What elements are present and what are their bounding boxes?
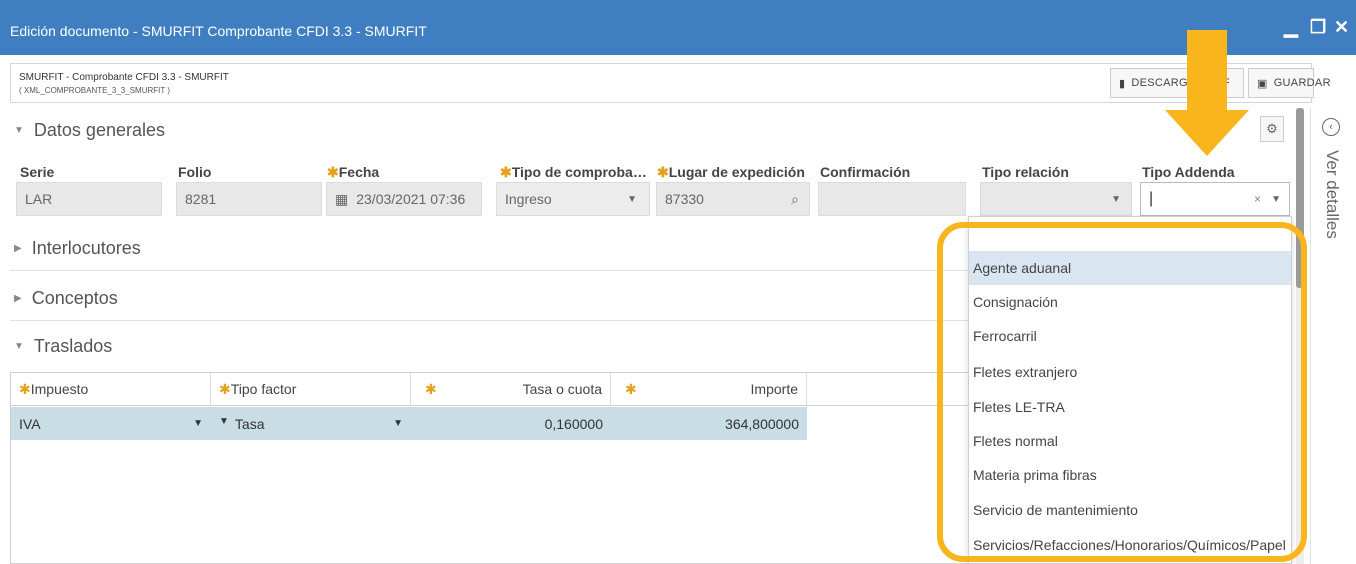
annotation-arrow-icon — [1165, 30, 1249, 156]
section-title: Datos generales — [33, 120, 165, 140]
grid-header-importe[interactable]: ✱ Importe — [611, 373, 807, 406]
collapse-triangle-icon: ▼ — [14, 341, 24, 352]
chevron-down-icon: ▼ — [193, 418, 203, 429]
search-icon[interactable]: ⌕ — [791, 191, 799, 208]
document-header: SMURFIT - Comprobante CFDI 3.3 - SMURFIT… — [10, 63, 1331, 103]
document-icon: ▮ — [1119, 77, 1126, 90]
section-title: Conceptos — [31, 288, 118, 308]
save-label: GUARDAR — [1273, 77, 1331, 89]
details-panel-label[interactable]: Ver detalles — [1322, 150, 1342, 239]
close-icon[interactable]: ✕ — [1334, 17, 1349, 38]
fecha-label: ✱Fecha — [327, 164, 380, 180]
grid-header-tipo-factor[interactable]: ✱ Tipo factor — [211, 373, 411, 406]
fecha-field[interactable]: ▦ 23/03/2021 07:36 — [326, 182, 482, 216]
grid-header-tasa[interactable]: ✱ Tasa o cuota — [411, 373, 611, 406]
confirmacion-field[interactable] — [818, 182, 966, 216]
calendar-icon: ▦ — [335, 190, 349, 207]
section-title: Interlocutores — [31, 238, 141, 258]
tipo-addenda-label: Tipo Addenda — [1142, 164, 1235, 180]
lugar-expedicion-field[interactable]: 87330 ⌕ — [656, 182, 810, 216]
folio-label: Folio — [178, 164, 212, 180]
text-cursor: | — [1149, 190, 1154, 207]
clear-icon[interactable]: × — [1254, 192, 1261, 206]
grid-cell-tasa[interactable]: 0,160000 — [411, 407, 611, 440]
tipo-comprobante-label: ✱Tipo de comproba… — [500, 164, 647, 180]
section-title: Traslados — [33, 336, 113, 356]
confirmacion-label: Confirmación — [820, 164, 911, 180]
serie-label: Serie — [20, 164, 55, 180]
folio-field[interactable]: 8281 — [176, 182, 322, 216]
chevron-left-icon[interactable]: ‹ — [1322, 118, 1340, 136]
document-name: SMURFIT - Comprobante CFDI 3.3 - SMURFIT — [19, 72, 229, 83]
chevron-down-icon: ▼ — [1111, 193, 1121, 205]
expand-triangle-icon: ▶ — [14, 243, 22, 254]
window-titlebar: Edición documento - SMURFIT Comprobante … — [0, 0, 1356, 55]
chevron-down-icon: ▼ — [627, 193, 637, 205]
section-datos-generales[interactable]: ▼ Datos generales — [14, 120, 165, 141]
collapse-triangle-icon: ▼ — [14, 125, 24, 136]
window-title: Edición documento - SMURFIT Comprobante … — [10, 23, 427, 39]
grid-cell-importe[interactable]: 364,800000 — [611, 407, 807, 440]
section-traslados[interactable]: ▼ Traslados — [14, 336, 112, 357]
tipo-comprobante-select[interactable]: Ingreso ▼ — [496, 182, 650, 216]
section-conceptos[interactable]: ▶ Conceptos — [14, 288, 118, 309]
grid-cell-impuesto[interactable]: IVA ▼ — [11, 407, 211, 440]
serie-field[interactable]: LAR — [16, 182, 162, 216]
tipo-relacion-select[interactable]: ▼ — [980, 182, 1132, 216]
tipo-addenda-select[interactable]: | × ▼ — [1140, 182, 1290, 216]
highlight-annotation — [937, 222, 1307, 562]
chevron-down-icon: ▼ — [393, 418, 403, 429]
grid-cell-tipo-factor[interactable]: ▼ Tasa ▼ — [211, 407, 411, 440]
lugar-expedicion-label: ✱Lugar de expedición — [657, 164, 805, 180]
chevron-down-icon: ▼ — [219, 415, 229, 427]
minimize-icon[interactable]: ▁ — [1284, 17, 1298, 38]
grid-header-impuesto[interactable]: ✱ Impuesto — [11, 373, 211, 406]
chevron-down-icon[interactable]: ▼ — [1271, 194, 1281, 205]
section-interlocutores[interactable]: ▶ Interlocutores — [14, 238, 141, 259]
document-code: ( XML_COMPROBANTE_3_3_SMURFIT ) — [19, 86, 170, 95]
expand-triangle-icon: ▶ — [14, 293, 22, 304]
tipo-relacion-label: Tipo relación — [982, 164, 1069, 180]
restore-icon[interactable]: ❐ — [1310, 17, 1326, 38]
